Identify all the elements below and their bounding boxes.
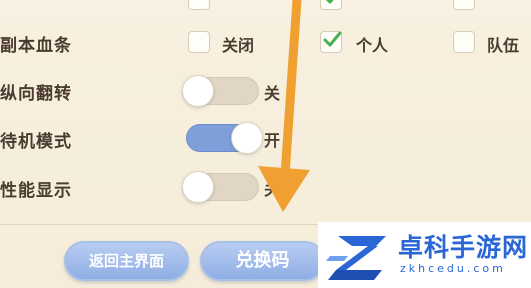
site-url: zkhcedu.com — [400, 262, 506, 275]
site-watermark: 卓科手游网 zkhcedu.com — [318, 222, 531, 288]
settings-panel: 副本血条 关闭 个人 队伍 纵向翻转 关 待机模式 开 性能显示 关 返回主界面… — [0, 0, 531, 288]
site-name: 卓科手游网 — [398, 233, 529, 262]
site-logo-icon — [326, 236, 386, 280]
